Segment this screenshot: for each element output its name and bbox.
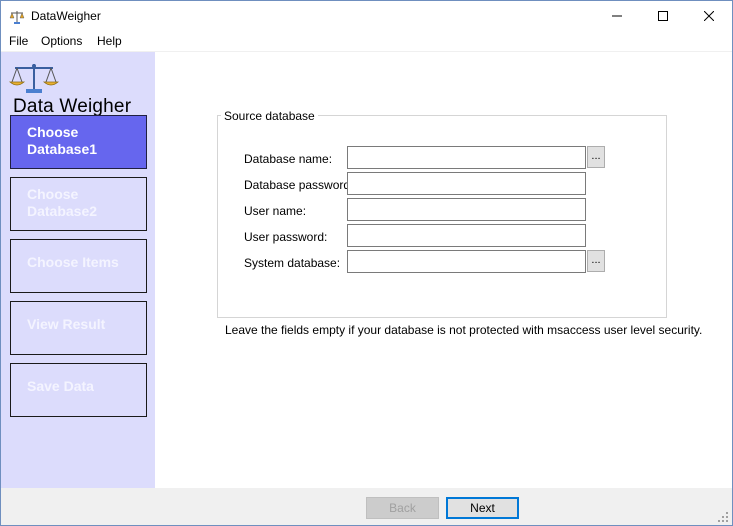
minimize-button[interactable] (594, 1, 640, 31)
sidebar: Data Weigher Choose Database1 Choose Dat… (1, 52, 155, 488)
user-password-label: User password: (244, 230, 328, 244)
database-name-label: Database name: (244, 152, 333, 166)
database-password-input[interactable] (347, 172, 586, 195)
sidebar-item-label-line2: Database2 (27, 203, 98, 219)
menu-file[interactable]: File (8, 34, 29, 48)
balance-scale-logo-icon (9, 64, 59, 93)
menu-help[interactable]: Help (96, 34, 123, 48)
next-button[interactable]: Next (446, 497, 519, 519)
sidebar-item-label-line2: Database1 (27, 141, 98, 157)
database-name-input[interactable] (347, 146, 586, 169)
sidebar-item-label: Choose (27, 186, 79, 202)
resize-grip-icon[interactable] (717, 511, 729, 523)
sidebar-item-label: Save Data (27, 378, 94, 394)
close-icon (704, 11, 714, 21)
sidebar-item-label: Choose (27, 124, 79, 140)
group-legend: Source database (221, 109, 318, 123)
browse-database-button[interactable]: ... (587, 146, 605, 168)
menu-bar: File Options Help (1, 32, 732, 52)
security-hint-text: Leave the fields empty if your database … (225, 323, 703, 337)
window-title: DataWeigher (31, 9, 101, 23)
sidebar-item-view-result[interactable]: View Result (10, 301, 147, 355)
maximize-button[interactable] (640, 1, 686, 31)
sidebar-item-choose-database2[interactable]: Choose Database2 (10, 177, 147, 231)
minimize-icon (612, 15, 622, 17)
user-name-label: User name: (244, 204, 307, 218)
menu-options[interactable]: Options (40, 34, 83, 48)
sidebar-item-label: Choose Items (27, 254, 119, 270)
sidebar-item-choose-database1[interactable]: Choose Database1 (10, 115, 147, 169)
balance-scale-icon (9, 9, 25, 25)
main-window: DataWeigher File Options Help Data Weigh… (0, 0, 733, 526)
system-database-label: System database: (244, 256, 341, 270)
title-bar[interactable]: DataWeigher (1, 1, 732, 32)
sidebar-item-choose-items[interactable]: Choose Items (10, 239, 147, 293)
back-button[interactable]: Back (366, 497, 439, 519)
maximize-icon (658, 11, 668, 21)
app-logo: Data Weigher (9, 62, 153, 117)
sidebar-item-label: View Result (27, 316, 106, 332)
system-database-input[interactable] (347, 250, 586, 273)
user-password-input[interactable] (347, 224, 586, 247)
close-button[interactable] (686, 1, 732, 31)
user-name-input[interactable] (347, 198, 586, 221)
database-password-label: Database password: (244, 178, 354, 192)
sidebar-item-save-data[interactable]: Save Data (10, 363, 147, 417)
browse-system-database-button[interactable]: ... (587, 250, 605, 272)
